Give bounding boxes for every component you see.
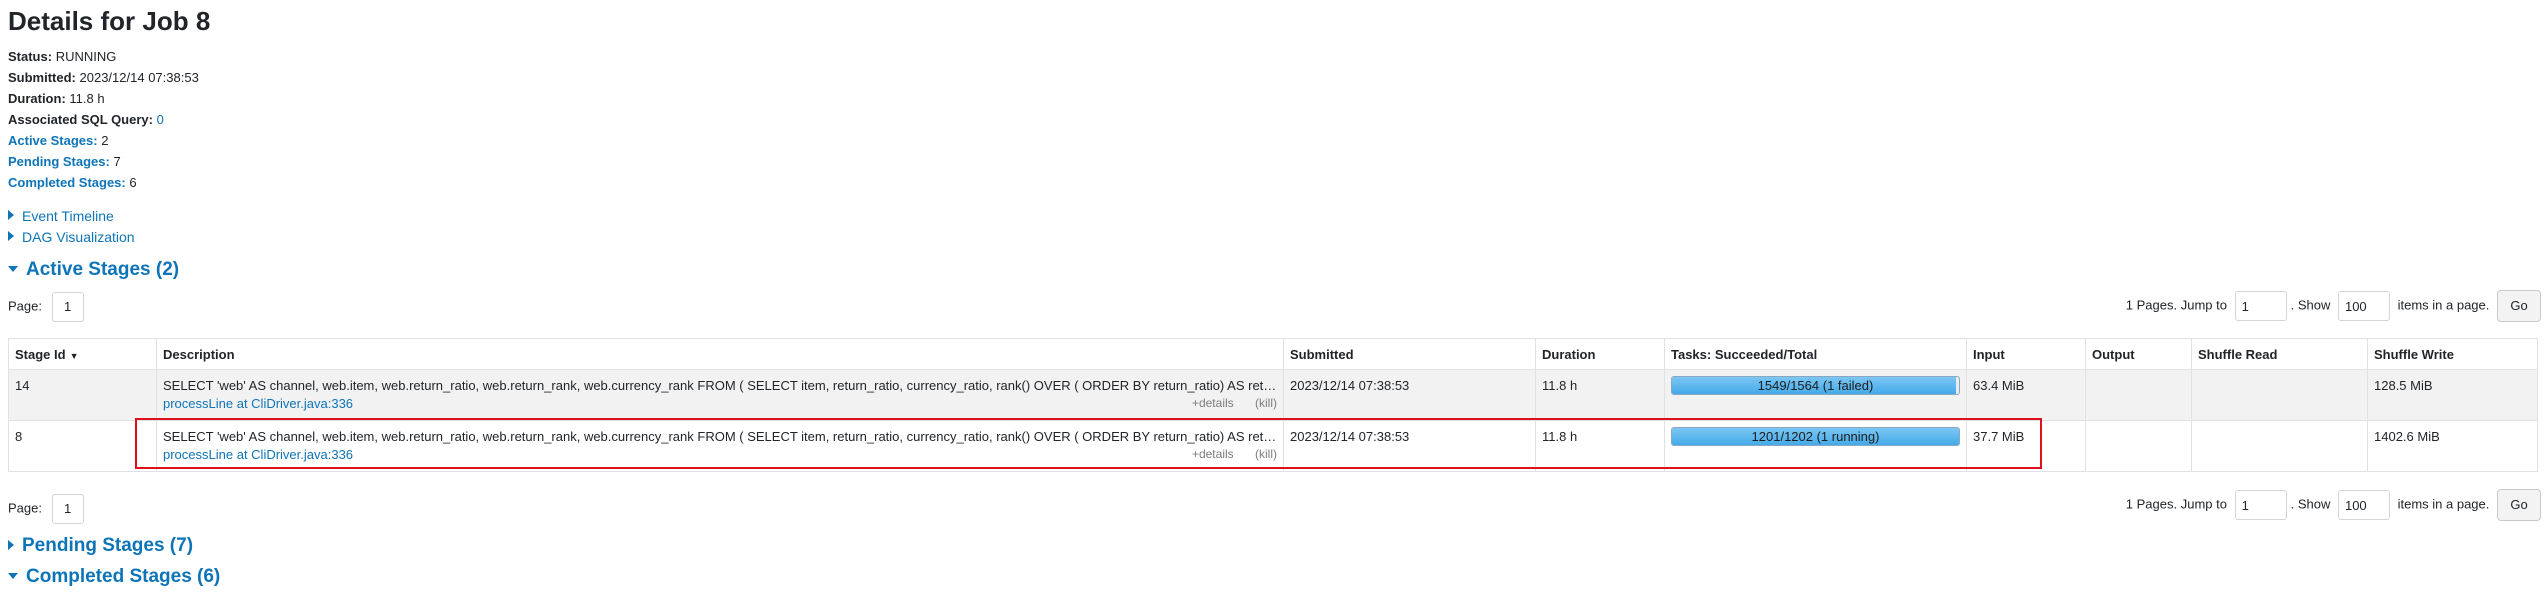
completed-stages-header[interactable]: Completed Stages (6)	[8, 566, 220, 588]
event-timeline-toggle[interactable]: Event Timeline	[8, 208, 114, 224]
caret-right-icon	[8, 231, 14, 241]
tasks-progress-bar: 1549/1564 (1 failed)	[1671, 376, 1960, 395]
job-summary: Status: RUNNING Submitted: 2023/12/14 07…	[8, 46, 199, 193]
details-toggle[interactable]: +details	[1192, 447, 1234, 461]
completed-stages-link[interactable]: Completed Stages:	[8, 175, 126, 190]
header-tasks[interactable]: Tasks: Succeeded/Total	[1664, 338, 1967, 370]
active-stages-title: Active Stages (2)	[26, 259, 180, 280]
dag-visualization-label: DAG Visualization	[22, 229, 135, 245]
details-toggle[interactable]: +details	[1192, 396, 1234, 410]
go-button[interactable]: Go	[2497, 290, 2541, 322]
duration-cell: 11.8 h	[1542, 378, 1578, 393]
header-output[interactable]: Output	[2085, 338, 2192, 370]
sql-query-row: Associated SQL Query: 0	[8, 109, 199, 130]
shuffle-write-cell: 128.5 MiB	[2374, 378, 2433, 393]
duration-row: Duration: 11.8 h	[8, 88, 199, 109]
header-input[interactable]: Input	[1966, 338, 2086, 370]
pending-stages-count: 7	[113, 154, 121, 169]
show-text: . Show	[2290, 297, 2331, 313]
page-selector-bottom: Page: 1	[8, 494, 84, 524]
completed-stages-title: Completed Stages (6)	[26, 566, 221, 587]
status-label: Status:	[8, 49, 53, 64]
submitted-row: Submitted: 2023/12/14 07:38:53	[8, 67, 199, 88]
progress-text: 1201/1202 (1 running)	[1751, 429, 1880, 444]
header-description[interactable]: Description	[156, 338, 1284, 370]
input-cell: 63.4 MiB	[1973, 378, 2025, 393]
call-site-link[interactable]: processLine at CliDriver.java:336	[163, 396, 353, 411]
active-stages-count: 2	[101, 133, 109, 148]
page-title: Details for Job 8	[8, 6, 211, 36]
active-stages-table: Stage Id ▼ Description Submitted Duration…	[8, 338, 2538, 472]
call-site-link[interactable]: processLine at CliDriver.java:336	[163, 447, 353, 462]
submitted-value: 2023/12/14 07:38:53	[79, 70, 199, 85]
caret-down-icon	[8, 573, 18, 579]
page-number-input[interactable]: 1	[51, 494, 84, 524]
active-stages-row: Active Stages: 2	[8, 130, 199, 151]
page-label: Page:	[8, 298, 42, 314]
table-row: 14 SELECT 'web' AS channel, web.item, we…	[8, 369, 2538, 421]
progress-text: 1549/1564 (1 failed)	[1757, 378, 1874, 393]
pending-stages-header[interactable]: Pending Stages (7)	[8, 535, 193, 557]
pager-controls-bottom: 1 Pages. Jump to 1. Show 100 items in a …	[2126, 489, 2541, 521]
submitted-label: Submitted:	[8, 70, 76, 85]
sql-query-label: Associated SQL Query:	[8, 112, 153, 127]
duration-cell: 11.8 h	[1542, 429, 1578, 444]
shuffle-read-cell	[2198, 370, 2361, 378]
stage-description: SELECT 'web' AS channel, web.item, web.r…	[163, 429, 1277, 444]
header-duration[interactable]: Duration	[1535, 338, 1665, 370]
jump-to-page-input[interactable]: 1	[2234, 490, 2287, 520]
page-size-input[interactable]: 100	[2337, 490, 2390, 520]
pending-stages-row: Pending Stages: 7	[8, 151, 199, 172]
dag-visualization-toggle[interactable]: DAG Visualization	[8, 229, 135, 245]
completed-stages-row: Completed Stages: 6	[8, 172, 199, 193]
page-label: Page:	[8, 500, 42, 516]
stage-id-link[interactable]: 14	[15, 378, 29, 393]
shuffle-write-cell: 1402.6 MiB	[2374, 429, 2440, 444]
header-submitted[interactable]: Submitted	[1283, 338, 1536, 370]
table-row: 8 SELECT 'web' AS channel, web.item, web…	[8, 420, 2538, 472]
table-header-row: Stage Id ▼ Description Submitted Duration…	[8, 338, 2538, 370]
active-stages-header[interactable]: Active Stages (2)	[8, 259, 179, 281]
kill-link[interactable]: (kill)	[1255, 396, 1277, 410]
output-cell	[2092, 370, 2185, 378]
go-button[interactable]: Go	[2497, 489, 2541, 521]
pending-stages-link[interactable]: Pending Stages:	[8, 154, 110, 169]
page-selector-top: Page: 1	[8, 292, 84, 322]
shuffle-read-cell	[2198, 421, 2361, 429]
header-shuffle-write[interactable]: Shuffle Write	[2367, 338, 2538, 370]
pages-text: 1 Pages. Jump to	[2125, 297, 2227, 313]
jump-to-page-input[interactable]: 1	[2234, 291, 2287, 321]
submitted-cell: 2023/12/14 07:38:53	[1290, 429, 1410, 444]
active-stages-link[interactable]: Active Stages:	[8, 133, 98, 148]
items-text: items in a page.	[2397, 297, 2490, 313]
header-shuffle-read[interactable]: Shuffle Read	[2191, 338, 2368, 370]
sort-desc-icon: ▼	[69, 350, 79, 361]
duration-value: 11.8 h	[69, 91, 105, 106]
stage-description: SELECT 'web' AS channel, web.item, web.r…	[163, 378, 1277, 393]
status-value: RUNNING	[55, 49, 117, 64]
tasks-progress-bar: 1201/1202 (1 running)	[1671, 427, 1960, 446]
completed-stages-count: 6	[129, 175, 137, 190]
input-cell: 37.7 MiB	[1973, 429, 2025, 444]
pages-text: 1 Pages. Jump to	[2125, 496, 2227, 512]
status-row: Status: RUNNING	[8, 46, 199, 67]
pager-controls-top: 1 Pages. Jump to 1. Show 100 items in a …	[2126, 290, 2541, 322]
submitted-cell: 2023/12/14 07:38:53	[1290, 378, 1410, 393]
duration-label: Duration:	[8, 91, 66, 106]
event-timeline-label: Event Timeline	[22, 208, 114, 224]
show-text: . Show	[2290, 496, 2331, 512]
caret-right-icon	[8, 210, 14, 220]
header-stage-id[interactable]: Stage Id ▼	[8, 338, 157, 370]
caret-right-icon	[8, 540, 14, 550]
page-number-input[interactable]: 1	[51, 292, 84, 322]
output-cell	[2092, 421, 2185, 429]
page-size-input[interactable]: 100	[2337, 291, 2390, 321]
caret-down-icon	[8, 266, 18, 272]
pending-stages-title: Pending Stages (7)	[22, 535, 194, 556]
stage-id-link[interactable]: 8	[15, 429, 22, 444]
items-text: items in a page.	[2397, 496, 2490, 512]
sql-query-link[interactable]: 0	[157, 112, 164, 127]
kill-link[interactable]: (kill)	[1255, 447, 1277, 461]
